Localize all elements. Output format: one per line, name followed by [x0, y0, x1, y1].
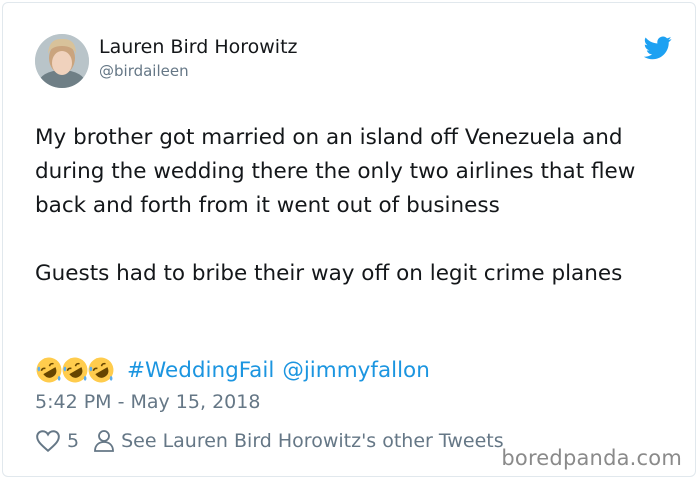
like-count[interactable]: 5 — [67, 430, 79, 452]
twitter-bird-icon[interactable] — [644, 36, 672, 60]
tweet-timestamp[interactable]: 5:42 PM - May 15, 2018 — [35, 391, 260, 413]
tweet-paragraph: My brother got married on an island off … — [35, 125, 636, 218]
tweet-card: Lauren Bird Horowitz @birdaileen My brot… — [2, 2, 696, 477]
rolling-on-floor-laughing-emoji — [36, 357, 62, 383]
tweet-tags-line: #WeddingFail @jimmyfallon — [35, 353, 430, 387]
rolling-on-floor-laughing-emoji — [62, 357, 88, 383]
person-icon[interactable] — [93, 429, 115, 453]
avatar-photo — [35, 34, 89, 88]
user-handle[interactable]: @birdaileen — [99, 62, 189, 80]
hashtag-link[interactable]: #WeddingFail — [127, 358, 274, 383]
tweet-paragraph: Guests had to bribe their way off on leg… — [35, 261, 623, 286]
user-display-name[interactable]: Lauren Bird Horowitz — [99, 36, 298, 58]
tweet-actions: 5 See Lauren Bird Horowitz's other Tweet… — [35, 427, 504, 455]
rolling-on-floor-laughing-emoji — [88, 357, 114, 383]
see-other-tweets-link[interactable]: See Lauren Bird Horowitz's other Tweets — [121, 430, 504, 452]
user-avatar[interactable] — [35, 34, 89, 88]
tweet-text: My brother got married on an island off … — [35, 121, 685, 291]
mention-link[interactable]: @jimmyfallon — [282, 358, 430, 383]
watermark-text: boredpanda.com — [501, 446, 682, 470]
heart-icon[interactable] — [35, 429, 61, 453]
